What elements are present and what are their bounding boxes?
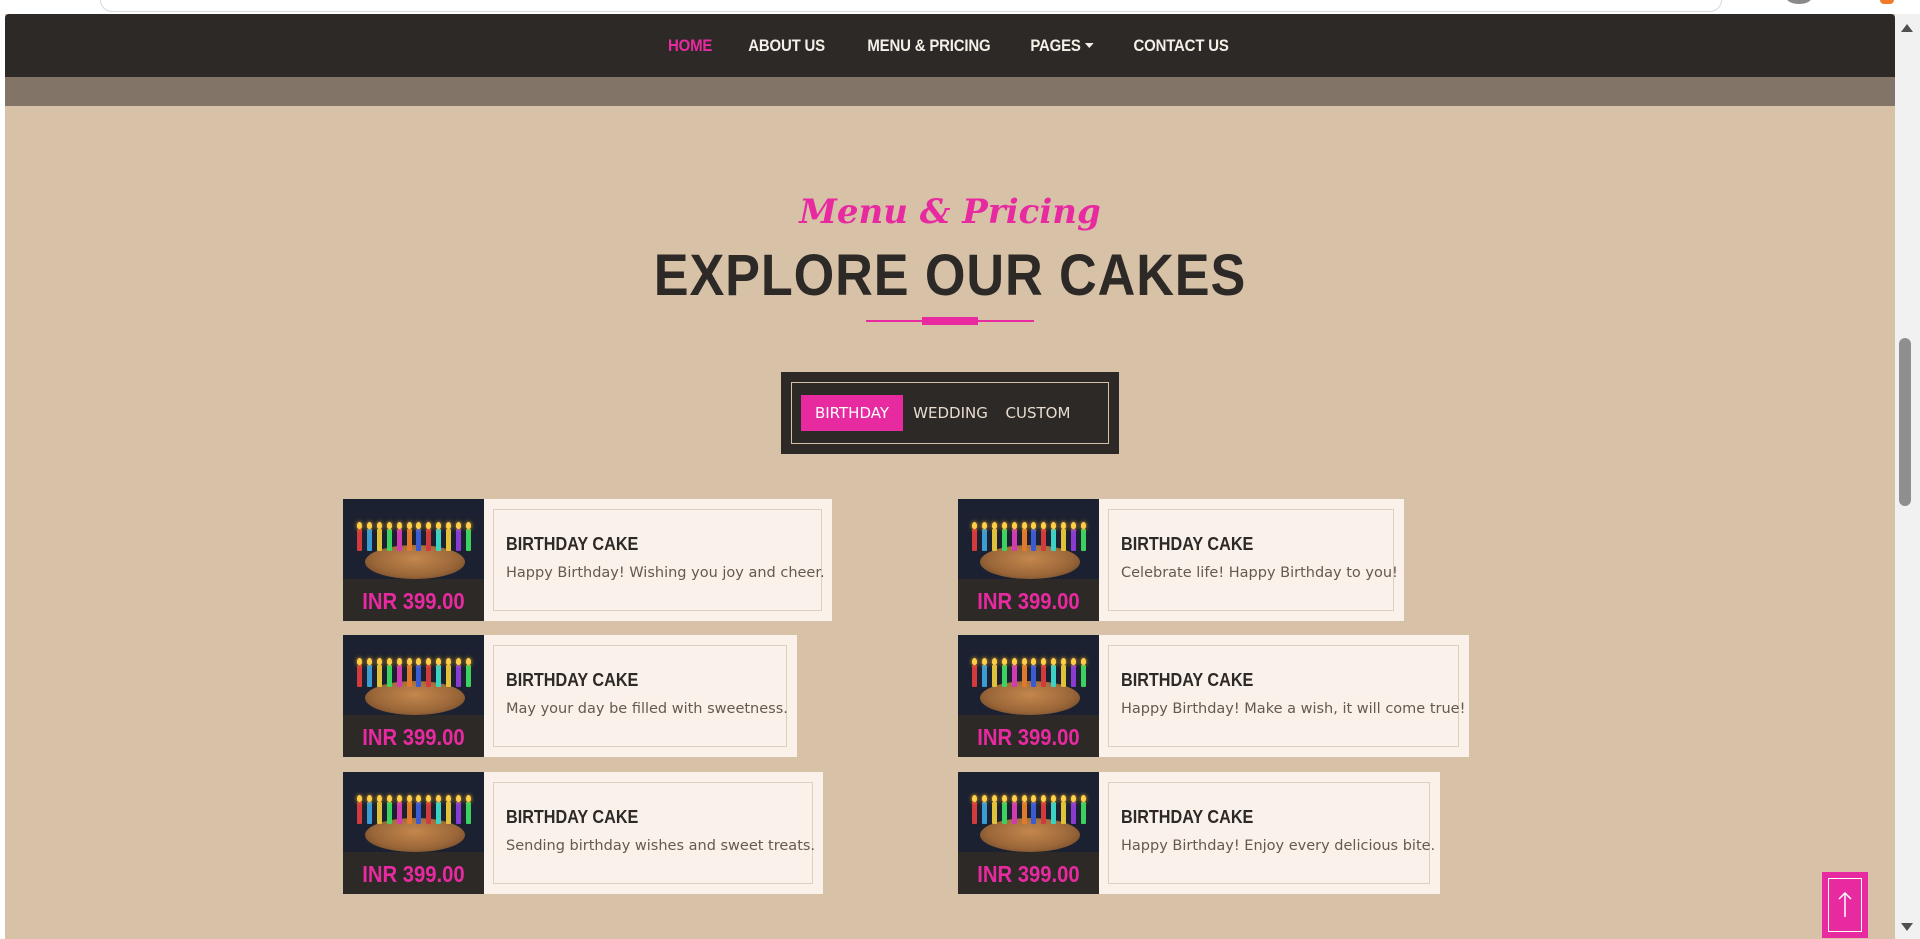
menu-card[interactable]: INR 399.00 BIRTHDAY CAKE Happy Birthday!… [958, 635, 1469, 757]
cake-image: INR 399.00 [958, 772, 1099, 894]
price: INR 399.00 [977, 724, 1080, 750]
tab-wedding[interactable]: WEDDING [908, 395, 993, 431]
extension-icon[interactable] [1880, 0, 1894, 4]
cake-image: INR 399.00 [343, 772, 484, 894]
card-text: BIRTHDAY CAKE Sending birthday wishes an… [493, 782, 816, 884]
price-bar: INR 399.00 [958, 852, 1099, 894]
card-title: BIRTHDAY CAKE [1121, 534, 1254, 554]
menu-card[interactable]: INR 399.00 BIRTHDAY CAKE Happy Birthday!… [343, 499, 832, 621]
address-bar[interactable] [100, 0, 1722, 12]
section-subtitle: Menu & Pricing [799, 192, 1101, 232]
category-tabs-frame: BIRTHDAY WEDDING CUSTOM [791, 382, 1109, 444]
card-text: BIRTHDAY CAKE Happy Birthday! Wishing yo… [493, 509, 825, 611]
price: INR 399.00 [977, 861, 1080, 887]
nav-pages-label: PAGES [1030, 35, 1082, 55]
scroll-down-arrow-icon[interactable] [1901, 923, 1913, 931]
main-navbar: HOME ABOUT US MENU & PRICING PAGES CONTA… [5, 14, 1895, 77]
arrow-up-icon [1838, 891, 1852, 917]
browser-toolbar [0, 0, 1920, 14]
card-description: Happy Birthday! Make a wish, it will com… [1121, 701, 1466, 717]
card-description: May your day be filled with sweetness. [506, 701, 788, 717]
cake-image: INR 399.00 [343, 635, 484, 757]
nav-pages-dropdown[interactable]: PAGES [1031, 36, 1095, 56]
card-text: BIRTHDAY CAKE Happy Birthday! Make a wis… [1108, 645, 1465, 747]
card-title: BIRTHDAY CAKE [506, 670, 639, 690]
price: INR 399.00 [362, 861, 465, 887]
cake-image: INR 399.00 [958, 635, 1099, 757]
nav-list: HOME ABOUT US MENU & PRICING PAGES CONTA… [5, 14, 1895, 77]
card-description: Happy Birthday! Enjoy every delicious bi… [1121, 838, 1436, 854]
menu-card[interactable]: INR 399.00 BIRTHDAY CAKE Happy Birthday!… [958, 772, 1440, 894]
page-scrollbar[interactable] [1895, 14, 1920, 939]
back-to-top-frame [1828, 878, 1862, 932]
price: INR 399.00 [362, 724, 465, 750]
nav-contact-us[interactable]: CONTACT US [1133, 36, 1228, 56]
tab-custom[interactable]: CUSTOM [997, 395, 1079, 431]
cake-image: INR 399.00 [343, 499, 484, 621]
scroll-up-arrow-icon[interactable] [1901, 24, 1913, 32]
page: HOME ABOUT US MENU & PRICING PAGES CONTA… [5, 14, 1895, 939]
title-divider-accent [922, 317, 978, 325]
card-text: BIRTHDAY CAKE Celebrate life! Happy Birt… [1108, 509, 1398, 611]
price-bar: INR 399.00 [343, 715, 484, 757]
card-description: Celebrate life! Happy Birthday to you! [1121, 565, 1398, 581]
scrollbar-thumb[interactable] [1899, 338, 1911, 506]
price-bar: INR 399.00 [343, 579, 484, 621]
cake-image: INR 399.00 [958, 499, 1099, 621]
nav-home[interactable]: HOME [668, 36, 712, 56]
menu-card[interactable]: INR 399.00 BIRTHDAY CAKE Sending birthda… [343, 772, 823, 894]
card-title: BIRTHDAY CAKE [1121, 807, 1254, 827]
menu-card[interactable]: INR 399.00 BIRTHDAY CAKE Celebrate life!… [958, 499, 1404, 621]
card-title: BIRTHDAY CAKE [506, 534, 639, 554]
card-title: BIRTHDAY CAKE [506, 807, 639, 827]
price: INR 399.00 [362, 588, 465, 614]
price-bar: INR 399.00 [958, 579, 1099, 621]
hero-bottom-strip [5, 77, 1895, 106]
price-bar: INR 399.00 [958, 715, 1099, 757]
nav-menu-pricing[interactable]: MENU & PRICING [867, 36, 990, 56]
price-bar: INR 399.00 [343, 852, 484, 894]
menu-card[interactable]: INR 399.00 BIRTHDAY CAKE May your day be… [343, 635, 797, 757]
card-text: BIRTHDAY CAKE Happy Birthday! Enjoy ever… [1108, 782, 1435, 884]
card-title: BIRTHDAY CAKE [1121, 670, 1254, 690]
tab-birthday[interactable]: BIRTHDAY [801, 395, 903, 431]
card-description: Happy Birthday! Wishing you joy and chee… [506, 565, 825, 581]
profile-avatar-icon[interactable] [1786, 0, 1812, 4]
back-to-top-button[interactable] [1822, 872, 1868, 938]
category-tabs: BIRTHDAY WEDDING CUSTOM [781, 372, 1119, 454]
card-text: BIRTHDAY CAKE May your day be filled wit… [493, 645, 788, 747]
nav-about-us[interactable]: ABOUT US [749, 36, 826, 56]
caret-down-icon [1085, 43, 1095, 48]
section-title: EXPLORE OUR CAKES [653, 243, 1247, 308]
price: INR 399.00 [977, 588, 1080, 614]
card-description: Sending birthday wishes and sweet treats… [506, 838, 816, 854]
